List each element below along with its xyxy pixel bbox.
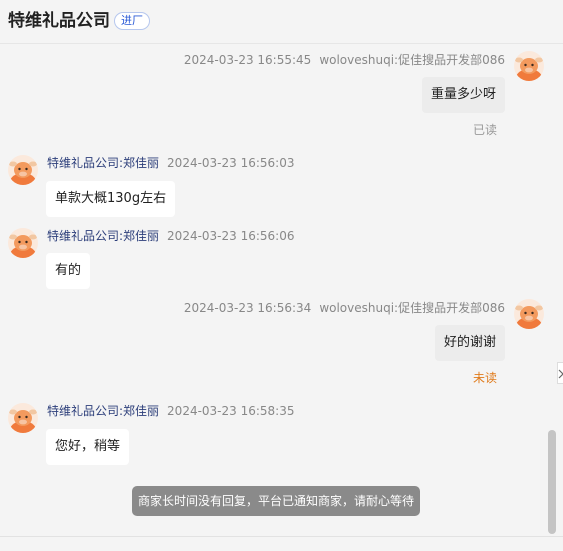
cartoon-cow-avatar-icon [8, 228, 38, 258]
merchant-avatar[interactable] [8, 403, 38, 433]
sender-name: woloveshuqi:促佳搜品开发部086 [319, 53, 505, 67]
merchant-avatar[interactable] [8, 228, 38, 258]
shop-name: 特维礼品公司 [8, 11, 110, 31]
message-bubble[interactable]: 有的 [46, 253, 91, 289]
message-meta: 特维礼品公司:郑佳丽 2024-03-23 16:56:03 [47, 155, 295, 171]
message-time: 2024-03-23 16:56:03 [167, 156, 295, 170]
chevron-right-icon [558, 369, 563, 379]
merchant-notified-toast: 商家长时间没有回复，平台已通知商家，请耐心等待 [132, 486, 420, 516]
input-area-edge [0, 537, 563, 551]
message-bubble[interactable]: 单款大概130g左右 [46, 181, 176, 217]
unread-status: 未读 [472, 371, 497, 385]
message-time: 2024-03-23 16:58:35 [167, 404, 295, 418]
cartoon-cow-avatar-icon [514, 51, 544, 81]
sender-name: 特维礼品公司:郑佳丽 [47, 156, 160, 170]
message-meta: 特维礼品公司:郑佳丽 2024-03-23 16:58:35 [47, 403, 295, 419]
sender-name: 特维礼品公司:郑佳丽 [47, 229, 160, 243]
chat-header: 特维礼品公司 进厂 [0, 0, 563, 44]
message-list[interactable]: 2024-03-23 16:55:45 woloveshuqi:促佳搜品开发部08… [0, 45, 563, 535]
side-panel-toggle[interactable] [557, 362, 563, 384]
cartoon-cow-avatar-icon [8, 155, 38, 185]
enter-shop-button[interactable]: 进厂 [114, 12, 150, 30]
message-meta: 2024-03-23 16:55:45 woloveshuqi:促佳搜品开发部08… [184, 52, 505, 68]
user-avatar[interactable] [514, 299, 544, 329]
read-status: 已读 [472, 123, 497, 137]
cartoon-cow-avatar-icon [8, 403, 38, 433]
merchant-avatar[interactable] [8, 155, 38, 185]
message-time: 2024-03-23 16:56:06 [167, 229, 295, 243]
sender-name: 特维礼品公司:郑佳丽 [47, 404, 160, 418]
message-time: 2024-03-23 16:56:34 [183, 301, 312, 315]
message-bubble[interactable]: 重量多少呀 [421, 77, 505, 113]
user-avatar[interactable] [514, 51, 544, 81]
cartoon-cow-avatar-icon [514, 299, 544, 329]
message-bubble[interactable]: 您好，稍等 [46, 429, 130, 465]
sender-name: woloveshuqi:促佳搜品开发部086 [319, 301, 505, 315]
message-bubble[interactable]: 好的谢谢 [434, 325, 505, 361]
message-time: 2024-03-23 16:55:45 [183, 53, 312, 67]
message-meta: 特维礼品公司:郑佳丽 2024-03-23 16:56:06 [47, 228, 295, 244]
message-meta: 2024-03-23 16:56:34 woloveshuqi:促佳搜品开发部08… [184, 300, 505, 316]
scrollbar-thumb[interactable] [548, 430, 556, 534]
